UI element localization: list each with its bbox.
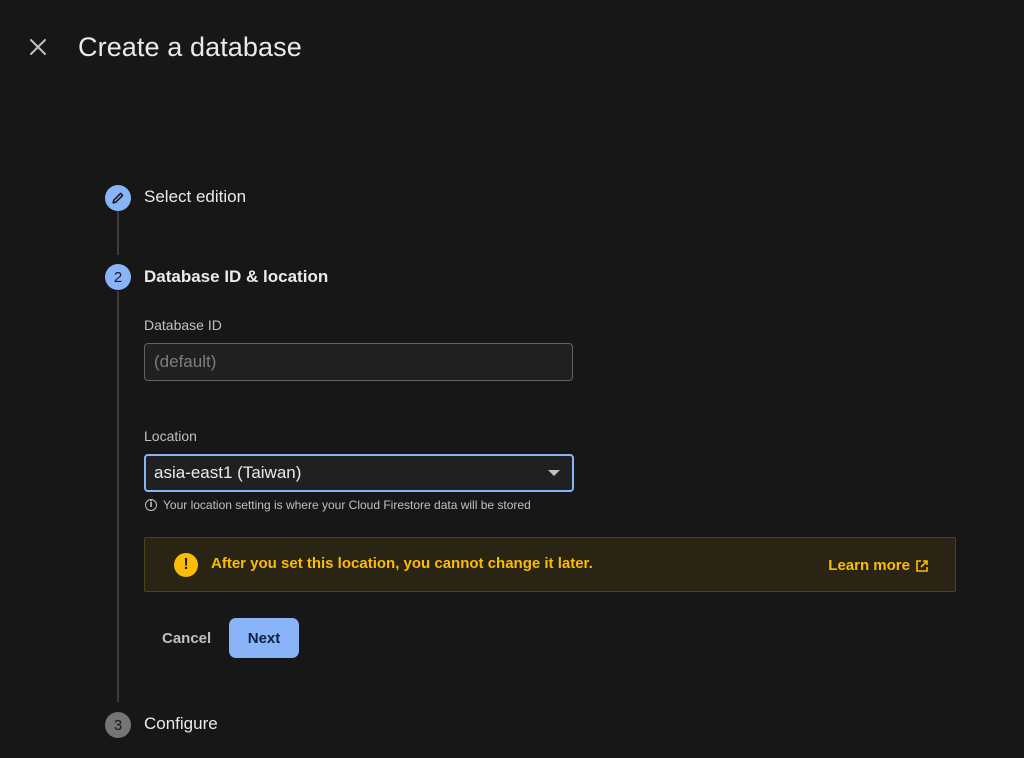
step-3-indicator: 3 xyxy=(105,712,131,738)
create-database-dialog: Create a database Select edition 2 Datab… xyxy=(0,0,1024,758)
location-hint: i Your location setting is where your Cl… xyxy=(145,498,531,512)
location-label: Location xyxy=(144,428,197,444)
next-button[interactable]: Next xyxy=(229,618,299,658)
cancel-button[interactable]: Cancel xyxy=(148,619,225,657)
step-2-label: Database ID & location xyxy=(144,267,329,286)
step-1-indicator[interactable] xyxy=(105,185,131,211)
stepper-connector xyxy=(117,211,119,255)
info-icon: i xyxy=(145,499,157,511)
location-select[interactable]: asia-east1 (Taiwan) xyxy=(144,454,574,492)
database-id-label: Database ID xyxy=(144,317,222,333)
database-id-input[interactable] xyxy=(144,343,573,381)
step-2-indicator: 2 xyxy=(105,264,131,290)
pencil-icon xyxy=(112,192,124,204)
stepper-connector xyxy=(117,291,119,702)
location-hint-text: Your location setting is where your Clou… xyxy=(163,498,531,512)
close-button[interactable] xyxy=(22,31,54,63)
step-1-label[interactable]: Select edition xyxy=(144,187,246,207)
learn-more-link[interactable]: Learn more xyxy=(828,557,929,574)
warning-icon: ! xyxy=(174,553,198,577)
learn-more-label: Learn more xyxy=(828,557,910,574)
close-icon xyxy=(30,39,46,55)
location-select-value: asia-east1 (Taiwan) xyxy=(154,463,302,482)
location-warning-banner: ! After you set this location, you canno… xyxy=(144,537,956,592)
external-link-icon xyxy=(916,559,928,572)
step-3-label: Configure xyxy=(144,714,218,733)
dropdown-arrow-icon xyxy=(548,470,560,476)
warning-text: After you set this location, you cannot … xyxy=(211,555,593,572)
page-title: Create a database xyxy=(78,32,302,62)
